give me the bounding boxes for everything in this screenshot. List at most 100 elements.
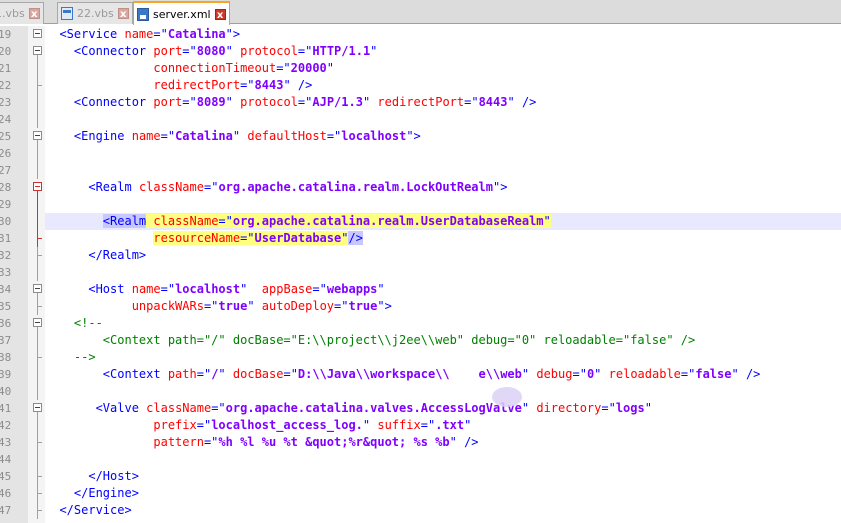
- code-text[interactable]: [45, 451, 841, 468]
- code-text[interactable]: redirectPort="8443" />: [45, 77, 841, 94]
- code-text[interactable]: [45, 264, 841, 281]
- code-token: UserDatabase: [254, 231, 342, 245]
- code-text[interactable]: [45, 383, 841, 400]
- code-text[interactable]: <!--: [45, 315, 841, 332]
- code-line[interactable]: 27: [0, 162, 841, 179]
- code-line[interactable]: 45 </Host>: [0, 468, 841, 485]
- close-icon[interactable]: x: [117, 8, 129, 20]
- code-text[interactable]: unpackWARs="true" autoDeploy="true">: [45, 298, 841, 315]
- code-token: D:\\Java\\workspace\\ e\\web: [297, 367, 522, 381]
- code-text[interactable]: [45, 162, 841, 179]
- code-text[interactable]: <Connector port="8089" protocol="AJP/1.3…: [45, 94, 841, 111]
- fold-toggle-icon[interactable]: [33, 182, 42, 191]
- code-editor[interactable]: 19 <Service name="Catalina"> 20 <Connecto…: [0, 26, 841, 523]
- code-line[interactable]: 43 pattern="%h %l %u %t &quot;%r&quot; %…: [0, 434, 841, 451]
- code-token: <!--: [73, 316, 103, 330]
- code-token: <Context path="/" docBase="E:\\project\\…: [102, 333, 696, 347]
- code-text[interactable]: [45, 111, 841, 128]
- fold-toggle-icon[interactable]: [33, 284, 42, 293]
- code-line[interactable]: 33: [0, 264, 841, 281]
- code-token: localhost: [341, 129, 407, 143]
- code-text[interactable]: <Connector port="8080" protocol="HTTP/1.…: [45, 43, 841, 60]
- code-token: />: [297, 78, 313, 92]
- code-text[interactable]: connectionTimeout="20000": [45, 60, 841, 77]
- fold-toggle-icon[interactable]: [33, 403, 42, 412]
- code-token: =": [203, 299, 219, 313]
- fold-end-mark: [37, 357, 42, 358]
- tab-server-xml[interactable]: server.xml x: [133, 1, 230, 25]
- code-text[interactable]: resourceName="UserDatabase"/>: [45, 230, 841, 247]
- code-text[interactable]: </Engine>: [45, 485, 841, 502]
- code-text[interactable]: </Service>: [45, 502, 841, 519]
- code-line[interactable]: 36 <!--: [0, 315, 841, 332]
- code-text[interactable]: <Context path="/" docBase="D:\\Java\\wor…: [45, 366, 841, 383]
- code-token: <Service: [59, 27, 118, 41]
- close-icon[interactable]: x: [214, 8, 226, 21]
- code-line[interactable]: 35 unpackWARs="true" autoDeploy="true">: [0, 298, 841, 315]
- code-text[interactable]: <Realm className="org.apache.catalina.re…: [45, 213, 841, 230]
- code-token: =": [420, 418, 436, 432]
- code-text[interactable]: -->: [45, 349, 841, 366]
- code-line[interactable]: 24: [0, 111, 841, 128]
- code-text[interactable]: <Context path="/" docBase="E:\\project\\…: [45, 332, 841, 349]
- code-text[interactable]: </Realm>: [45, 247, 841, 264]
- code-token: =": [203, 180, 219, 194]
- code-line[interactable]: 23 <Connector port="8089" protocol="AJP/…: [0, 94, 841, 111]
- code-text[interactable]: <Valve className="org.apache.catalina.va…: [45, 400, 841, 417]
- line-number: 43: [0, 436, 12, 449]
- fold-toggle-icon[interactable]: [33, 131, 42, 140]
- code-token: <Engine: [73, 129, 125, 143]
- code-token: protocol: [240, 44, 298, 58]
- code-token: =": [601, 401, 616, 415]
- code-line[interactable]: 32 </Realm>: [0, 247, 841, 264]
- code-line[interactable]: 31 resourceName="UserDatabase"/>: [0, 230, 841, 247]
- code-line[interactable]: 21 connectionTimeout="20000": [0, 60, 841, 77]
- code-line[interactable]: 47 </Service>: [0, 502, 841, 519]
- code-line[interactable]: 20 <Connector port="8080" protocol="HTTP…: [0, 43, 841, 60]
- close-icon[interactable]: x: [28, 8, 40, 20]
- code-line[interactable]: 44: [0, 451, 841, 468]
- code-line[interactable]: 26: [0, 145, 841, 162]
- code-token: 8080: [196, 44, 226, 58]
- code-line[interactable]: 38 -->: [0, 349, 841, 366]
- code-line[interactable]: 42 prefix="localhost_access_log." suffix…: [0, 417, 841, 434]
- code-line[interactable]: 46 </Engine>: [0, 485, 841, 502]
- code-line[interactable]: 22 redirectPort="8443" />: [0, 77, 841, 94]
- fold-end-mark: [37, 476, 42, 477]
- fold-guide: [37, 162, 38, 179]
- code-line[interactable]: 39 <Context path="/" docBase="D:\\Java\\…: [0, 366, 841, 383]
- tab-11-vbs[interactable]: 11.vbs x: [0, 2, 44, 24]
- code-text[interactable]: <Engine name="Catalina" defaultHost="loc…: [45, 128, 841, 145]
- code-text[interactable]: pattern="%h %l %u %t &quot;%r&quot; %s %…: [45, 434, 841, 451]
- fold-toggle-icon[interactable]: [33, 46, 42, 55]
- code-line[interactable]: 29: [0, 196, 841, 213]
- code-line[interactable]: 40: [0, 383, 841, 400]
- code-line[interactable]: 25 <Engine name="Catalina" defaultHost="…: [0, 128, 841, 145]
- code-text[interactable]: <Service name="Catalina">: [45, 26, 841, 43]
- code-text[interactable]: [45, 196, 841, 213]
- fold-toggle-icon[interactable]: [33, 29, 42, 38]
- code-text[interactable]: [45, 145, 841, 162]
- code-line[interactable]: 37 <Context path="/" docBase="E:\\projec…: [0, 332, 841, 349]
- code-line[interactable]: 19 <Service name="Catalina">: [0, 26, 841, 43]
- code-token: =": [196, 367, 212, 381]
- code-text[interactable]: <Host name="localhost" appBase="webapps": [45, 281, 841, 298]
- code-line[interactable]: 34 <Host name="localhost" appBase="webap…: [0, 281, 841, 298]
- code-token: =": [160, 129, 176, 143]
- code-line[interactable]: 41 <Valve className="org.apache.catalina…: [0, 400, 841, 417]
- fold-guide: [37, 60, 38, 77]
- code-text[interactable]: prefix="localhost_access_log." suffix=".…: [45, 417, 841, 434]
- code-text[interactable]: <Realm className="org.apache.catalina.re…: [45, 179, 841, 196]
- tab-22-vbs[interactable]: 22.vbs x: [57, 2, 133, 24]
- code-line[interactable]: 28 <Realm className="org.apache.catalina…: [0, 179, 841, 196]
- fold-toggle-icon[interactable]: [33, 318, 42, 327]
- code-line[interactable]: 30 <Realm className="org.apache.catalina…: [0, 213, 841, 230]
- code-text[interactable]: </Host>: [45, 468, 841, 485]
